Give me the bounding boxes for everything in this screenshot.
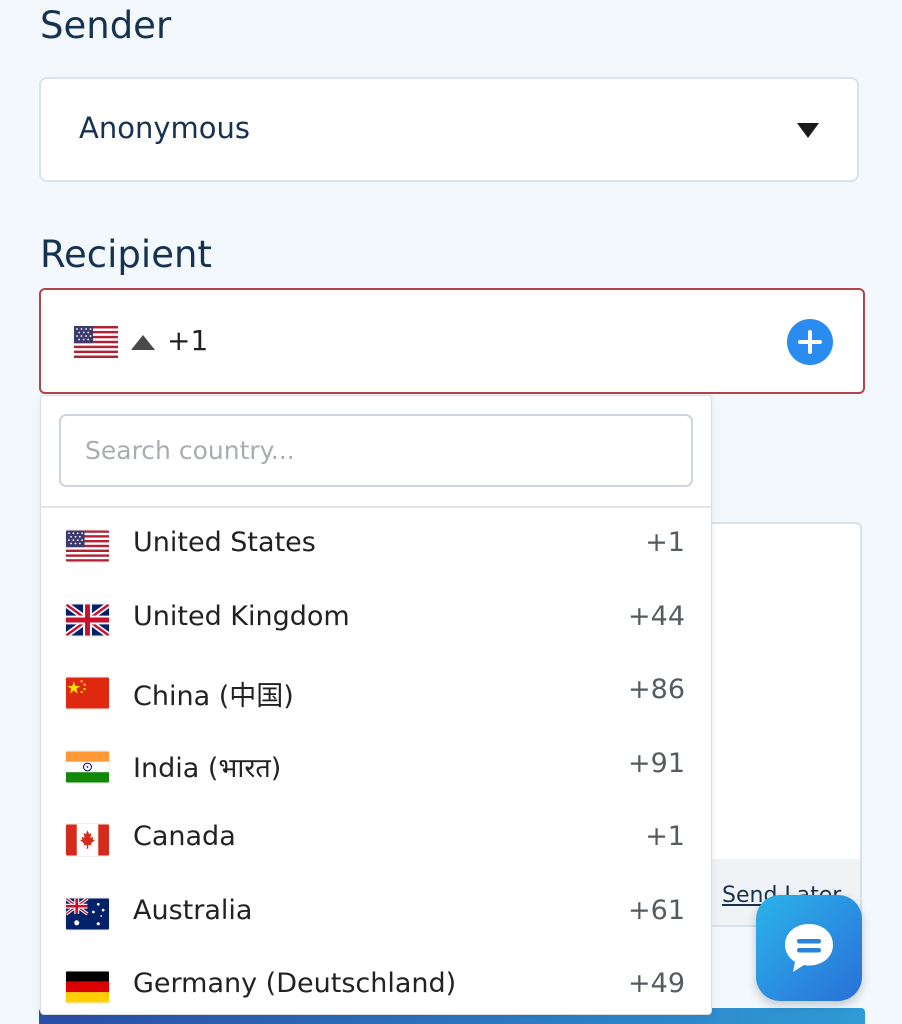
caret-up-icon[interactable] — [131, 335, 155, 350]
caret-down-icon — [797, 123, 819, 138]
country-item-canada[interactable]: Canada +1 — [41, 803, 711, 877]
country-item-germany[interactable]: Germany (Deutschland) +49 — [41, 950, 711, 1015]
country-list: United States +1 United Kingdom +44 Chin… — [41, 509, 711, 1015]
sender-select[interactable]: Anonymous — [39, 77, 859, 182]
country-dial-code: +86 — [628, 674, 685, 705]
chat-bubble-icon — [785, 924, 833, 972]
country-dropdown: United States +1 United Kingdom +44 Chin… — [40, 395, 712, 1015]
china-flag-icon — [66, 677, 109, 709]
country-name: Canada — [133, 821, 236, 852]
recipient-phone-input[interactable]: +1 — [39, 288, 865, 394]
germany-flag-icon — [66, 971, 109, 1003]
country-name: China (中国) — [133, 681, 294, 712]
country-dial-code: +61 — [628, 894, 685, 926]
divider — [41, 506, 711, 508]
australia-flag-icon — [66, 898, 109, 930]
us-flag-icon — [66, 530, 109, 562]
country-dial-code: +49 — [628, 968, 685, 999]
country-name: India (भारत) — [133, 752, 282, 784]
country-name: Australia — [133, 894, 253, 926]
country-item-india[interactable]: India (भारत) +91 — [41, 730, 711, 804]
country-name: United States — [133, 527, 316, 558]
us-flag-icon[interactable] — [74, 326, 118, 358]
chat-button[interactable] — [756, 895, 862, 1001]
country-item-china[interactable]: China (中国) +86 — [41, 656, 711, 730]
add-recipient-button[interactable] — [787, 319, 833, 365]
country-item-united-states[interactable]: United States +1 — [41, 509, 711, 583]
country-dial-code: +44 — [628, 600, 685, 632]
country-dial-code: +1 — [645, 527, 685, 558]
dial-code[interactable]: +1 — [167, 324, 208, 357]
india-flag-icon — [66, 751, 109, 783]
country-name: United Kingdom — [133, 600, 350, 632]
country-dial-code: +91 — [628, 747, 685, 779]
country-item-united-kingdom[interactable]: United Kingdom +44 — [41, 583, 711, 657]
country-name: Germany (Deutschland) — [133, 968, 457, 999]
canada-flag-icon — [66, 824, 109, 856]
recipient-label: Recipient — [40, 233, 212, 276]
country-item-australia[interactable]: Australia +61 — [41, 877, 711, 951]
sender-label: Sender — [40, 4, 172, 47]
uk-flag-icon — [66, 604, 109, 636]
country-search-input[interactable] — [59, 414, 693, 487]
country-dial-code: +1 — [645, 821, 685, 852]
sender-selected-value: Anonymous — [79, 111, 250, 145]
